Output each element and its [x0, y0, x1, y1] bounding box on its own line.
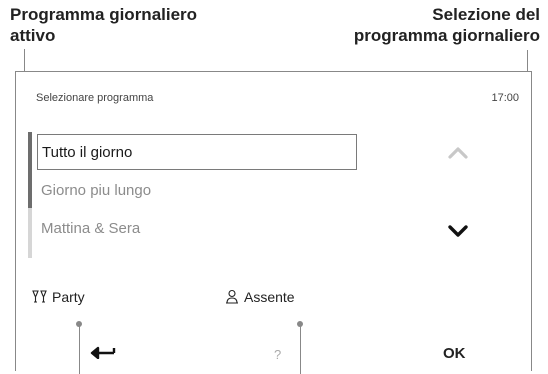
callout-active-program-line2: attivo: [10, 26, 56, 45]
callout-active-program: Programma giornaliero attivo: [10, 4, 270, 46]
party-label: Party: [52, 289, 85, 305]
leader-party-vertical: [79, 324, 80, 374]
help-button[interactable]: ?: [274, 347, 281, 362]
chevron-down-icon[interactable]: [447, 224, 469, 238]
absent-button[interactable]: Assente: [224, 289, 295, 305]
back-arrow-icon: [90, 346, 116, 359]
program-item-giorno-piu-lungo[interactable]: Giorno piu lungo: [37, 173, 357, 209]
program-list-scrollbar[interactable]: [28, 132, 32, 258]
callout-program-selection-line2: programma giornaliero: [353, 26, 540, 45]
absent-label: Assente: [244, 289, 295, 305]
program-item-mattina-sera[interactable]: Mattina & Sera: [37, 211, 357, 247]
glasses-icon: [32, 290, 47, 303]
screen-title: Selezionare programma: [36, 92, 154, 104]
chevron-up-icon[interactable]: [447, 146, 469, 160]
scrollbar-thumb[interactable]: [28, 132, 32, 208]
party-button[interactable]: Party: [32, 289, 85, 305]
leader-absent-vertical: [300, 324, 301, 374]
clock-time: 17:00: [491, 92, 519, 104]
thermostat-screen: Selezionare programma 17:00 Tutto il gio…: [15, 71, 532, 371]
back-button[interactable]: [90, 345, 116, 359]
callout-active-program-line1: Programma giornaliero: [10, 5, 198, 24]
callout-program-selection: Selezione del programma giornaliero: [240, 4, 540, 46]
leader-party-dot: [76, 321, 82, 327]
leader-absent-dot: [297, 321, 303, 327]
ok-button[interactable]: OK: [443, 345, 466, 362]
program-item-tutto-il-giorno[interactable]: Tutto il giorno: [37, 134, 357, 170]
callout-program-selection-line1: Selezione del: [432, 5, 540, 24]
person-away-icon: [226, 289, 238, 304]
